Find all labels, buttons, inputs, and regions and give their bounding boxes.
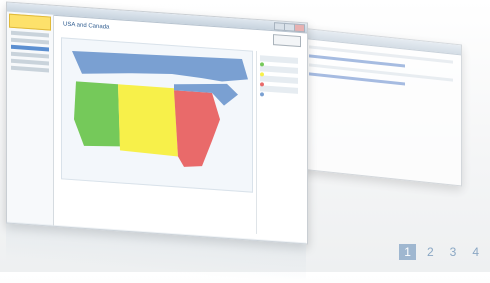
- page-3[interactable]: 3: [445, 244, 462, 260]
- sidebar-item[interactable]: [11, 30, 49, 38]
- canada-region: [72, 51, 248, 82]
- secondary-window: [300, 27, 462, 187]
- central-region: [118, 84, 178, 157]
- sidebar-item[interactable]: [11, 37, 49, 45]
- page-4[interactable]: 4: [467, 244, 484, 260]
- west-region: [74, 81, 120, 147]
- table-row[interactable]: [309, 63, 453, 82]
- east-region: [174, 90, 220, 167]
- brand-logo: [9, 13, 51, 31]
- sidebar-item-active[interactable]: [11, 44, 49, 52]
- carousel-pager: 1 2 3 4: [399, 244, 484, 260]
- territory-item[interactable]: [260, 65, 298, 77]
- territory-report-button[interactable]: [273, 34, 301, 48]
- main-content: USA and Canada: [55, 15, 307, 244]
- territory-map: [61, 37, 253, 193]
- main-window: USA and Canada: [6, 1, 308, 245]
- screenshot-stage: USA and Canada 1 2 3 4: [0, 0, 490, 283]
- sidebar: [7, 11, 54, 226]
- territory-item[interactable]: [260, 85, 298, 97]
- sidebar-item[interactable]: [11, 65, 49, 73]
- blue-dot-icon: [260, 91, 264, 97]
- sidebar-item[interactable]: [11, 51, 49, 59]
- page-title: USA and Canada: [63, 21, 110, 31]
- territory-item[interactable]: [260, 55, 298, 67]
- territory-item[interactable]: [260, 75, 298, 87]
- page-1[interactable]: 1: [399, 244, 416, 260]
- sidebar-item[interactable]: [11, 58, 49, 66]
- page-2[interactable]: 2: [422, 244, 439, 260]
- territory-panel: [256, 50, 301, 238]
- secondary-titlebar: [301, 28, 461, 56]
